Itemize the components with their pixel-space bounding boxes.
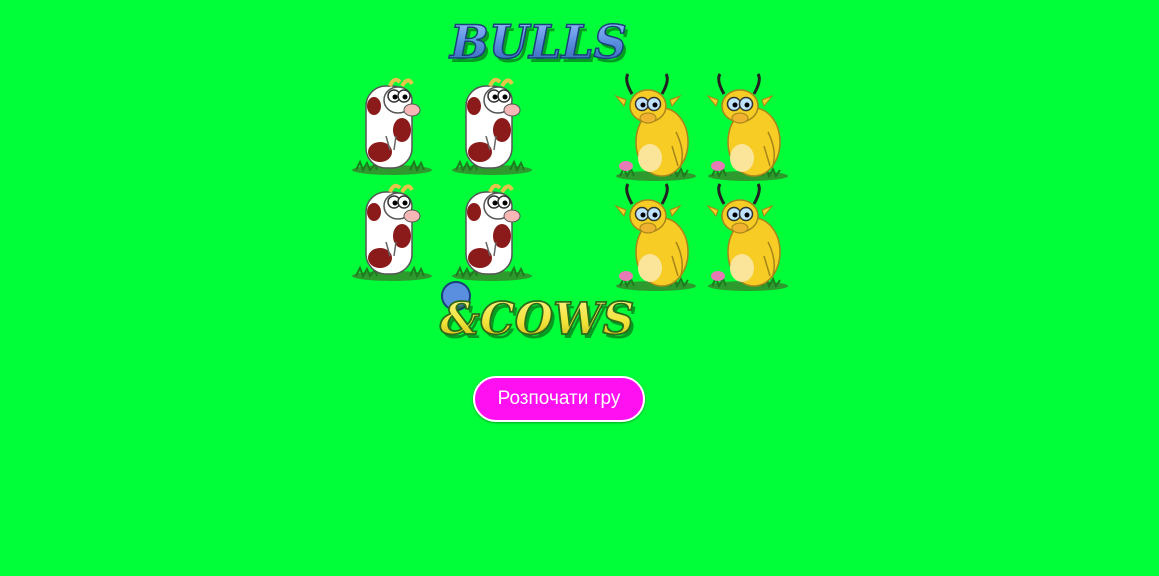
game-start-screen: BULLS BULLS &COWS &COWS Розпочати гру [0,0,1159,576]
bulls-logo: BULLS BULLS [447,14,630,73]
cows-logo: &COWS &COWS [439,281,637,348]
cow-icon [452,77,532,175]
bull-icon [614,73,696,181]
cow-icon [352,77,432,175]
cow-icon [452,183,532,281]
bull-icon [614,183,696,291]
cow-icon [352,183,432,281]
cows-logo-text: &COWS [440,294,634,345]
bulls-logo-text: BULLS [448,15,627,69]
bull-icon [706,73,788,181]
start-game-button[interactable]: Розпочати гру [473,376,645,422]
bull-icon [706,183,788,291]
